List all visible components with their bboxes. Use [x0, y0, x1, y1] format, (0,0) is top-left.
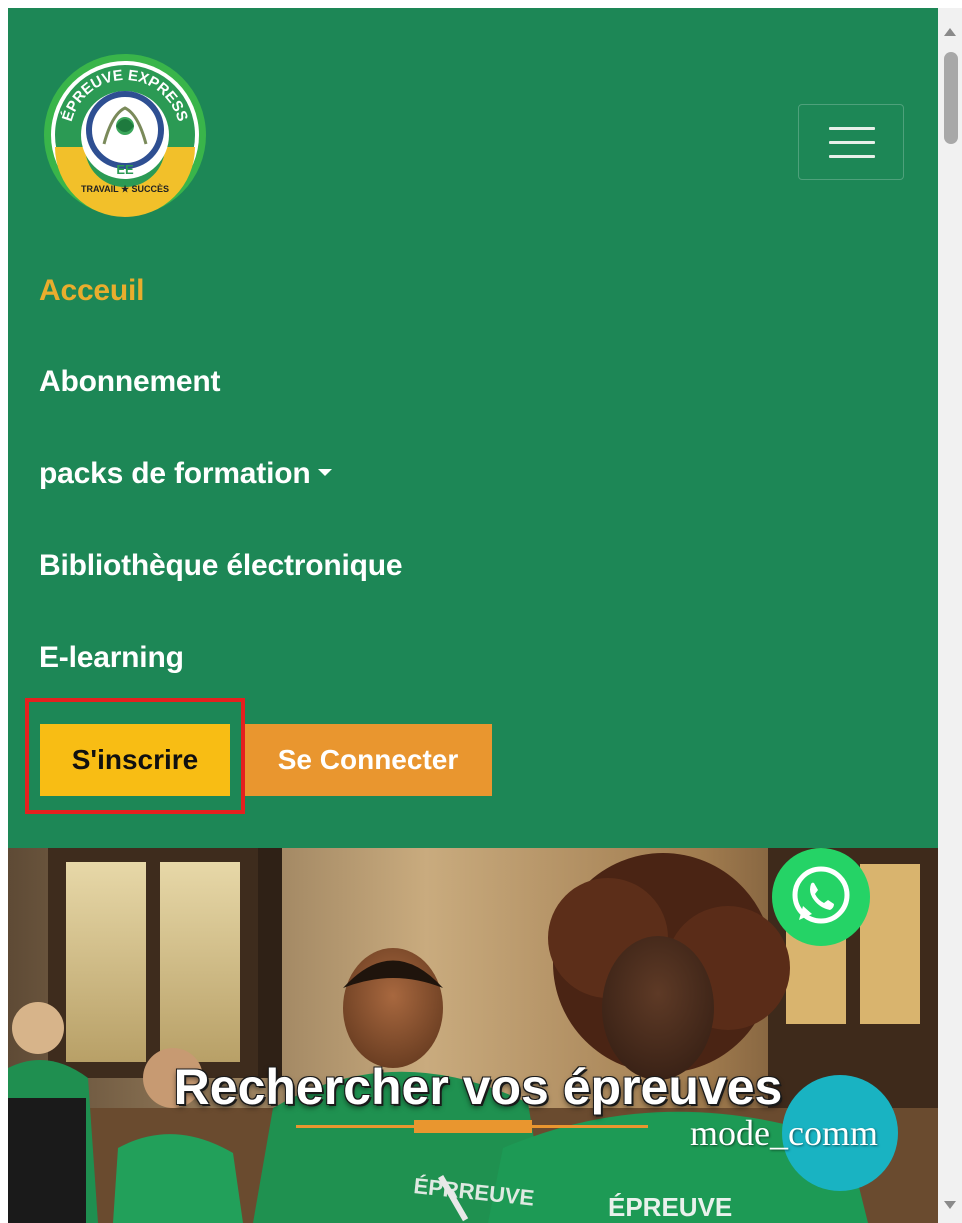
nav-link-label: packs de formation — [39, 457, 311, 490]
mode-text: mode_comm — [690, 1113, 878, 1153]
scroll-up-arrow-icon[interactable] — [944, 28, 956, 36]
shirt-text-right: ÉPREUVE — [608, 1192, 732, 1222]
page-scrollbar[interactable] — [938, 8, 962, 1223]
page-viewport: ÉPREUVE EXPRESS EE TRAVAIL ★ SUCCÈS Acce… — [8, 8, 938, 1223]
hero-underline-accent — [414, 1120, 532, 1133]
nav-link-abonnement[interactable]: Abonnement — [39, 364, 221, 400]
highlight-box — [25, 698, 245, 814]
nav-link-acceuil[interactable]: Acceuil — [39, 273, 145, 309]
whatsapp-icon — [772, 848, 870, 946]
navbar: ÉPREUVE EXPRESS EE TRAVAIL ★ SUCCÈS Acce… — [8, 8, 938, 848]
logo-bottom-text: TRAVAIL ★ SUCCÈS — [81, 184, 169, 194]
nav-link-e-learning[interactable]: E-learning — [39, 640, 184, 676]
caret-down-icon — [318, 468, 333, 476]
navbar-toggler-button[interactable] — [798, 104, 904, 180]
logo-initials: EE — [116, 162, 134, 177]
brand-logo[interactable]: ÉPREUVE EXPRESS EE TRAVAIL ★ SUCCÈS — [42, 52, 208, 218]
hero-banner: ÉPRREUVE ÉPREUVE Rechercher vos épreuves… — [8, 848, 938, 1223]
laurel-wreath-logo-icon: ÉPREUVE EXPRESS EE TRAVAIL ★ SUCCÈS — [44, 54, 206, 217]
scroll-down-arrow-icon[interactable] — [944, 1201, 956, 1209]
whatsapp-button[interactable] — [772, 848, 870, 946]
nav-dropdown-packs-de-formation[interactable]: packs de formation — [39, 456, 333, 492]
nav-link-bibliotheque-electronique[interactable]: Bibliothèque électronique — [39, 548, 403, 584]
login-button[interactable]: Se Connecter — [244, 724, 492, 796]
scroll-thumb[interactable] — [944, 52, 958, 144]
